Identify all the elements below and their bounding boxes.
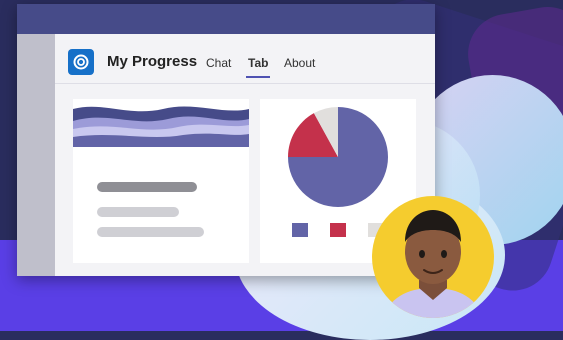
text-placeholder-bar — [97, 227, 204, 237]
pie-chart — [288, 107, 388, 207]
text-placeholder-bar — [97, 182, 197, 192]
text-placeholder-bar — [97, 207, 179, 217]
legend-swatch — [292, 223, 308, 237]
selected-tab-indicator — [246, 76, 270, 78]
app-logo-icon — [68, 49, 94, 75]
app-title: My Progress — [107, 53, 198, 70]
tab-about[interactable]: About — [284, 56, 315, 70]
header-divider — [55, 83, 435, 84]
progress-card — [73, 99, 249, 263]
tab-tab[interactable]: Tab — [248, 56, 268, 70]
left-rail — [17, 34, 55, 276]
app-window: My Progress Chat Tab About — [17, 4, 435, 276]
legend-swatch — [330, 223, 346, 237]
tab-chat[interactable]: Chat — [206, 56, 231, 70]
avatar — [372, 196, 494, 318]
wave-graphic — [73, 99, 249, 147]
title-bar — [17, 4, 435, 34]
